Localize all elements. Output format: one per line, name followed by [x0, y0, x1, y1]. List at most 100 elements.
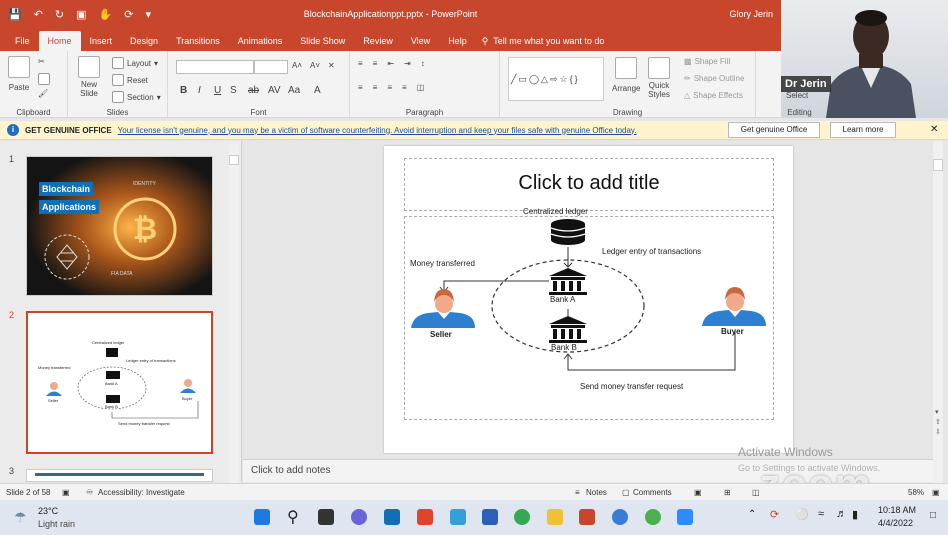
learning-app-icon[interactable]	[384, 509, 400, 525]
slide-sorter-icon[interactable]: ⊞	[724, 488, 731, 497]
decrease-font-button[interactable]: A˅	[310, 61, 320, 70]
snip-tool-icon[interactable]	[450, 509, 466, 525]
office-icon[interactable]	[417, 509, 433, 525]
tab-animations[interactable]: Animations	[229, 31, 292, 51]
shape-effects-button[interactable]: △ Shape Effects	[684, 91, 743, 100]
shape-outline-button[interactable]: ✏ Shape Outline	[684, 74, 744, 83]
format-painter-button[interactable]: 🖌	[38, 89, 48, 98]
paste-button[interactable]: Paste	[8, 56, 30, 92]
microphone-icon[interactable]: ⚪	[795, 508, 809, 521]
reset-button[interactable]: Reset	[112, 74, 148, 86]
message-link[interactable]: Your license isn't genuine, and you may …	[118, 126, 637, 135]
thumbnail-scrollbar[interactable]	[229, 143, 239, 483]
italic-button[interactable]: I	[198, 85, 201, 96]
tray-chevron-icon[interactable]: ⌃	[748, 509, 756, 520]
tab-review[interactable]: Review	[354, 31, 402, 51]
clear-format-button[interactable]: ✕	[328, 61, 335, 70]
accessibility-status[interactable]: Accessibility: Investigate	[98, 488, 185, 497]
decrease-indent-icon[interactable]: ⇤	[387, 59, 394, 68]
align-center-icon[interactable]: ≡	[373, 83, 378, 92]
spell-check-icon[interactable]: ▣	[62, 488, 70, 497]
slide-thumbnail-2[interactable]: Centralized ledger Ledger entry of trans…	[26, 311, 213, 454]
weather-temp[interactable]: 23°C	[38, 506, 58, 516]
scroll-nav-icons[interactable]: ▾ ⇧ ⇩	[935, 408, 941, 438]
numbering-icon[interactable]: ≡	[373, 59, 378, 68]
char-spacing-button[interactable]: AV	[268, 85, 281, 96]
slide-thumbnail-3[interactable]	[26, 469, 213, 482]
learn-more-button[interactable]: Learn more	[830, 122, 896, 138]
tab-view[interactable]: View	[402, 31, 439, 51]
shadow-button[interactable]: S	[230, 85, 237, 96]
font-size-box[interactable]	[254, 60, 288, 74]
line-spacing-icon[interactable]: ↕	[421, 59, 425, 68]
clock-time[interactable]: 10:18 AM	[878, 505, 916, 515]
font-name-box[interactable]	[176, 60, 254, 74]
change-case-button[interactable]: Aa	[288, 85, 300, 96]
zoom-app-icon[interactable]	[677, 509, 693, 525]
chrome-icon[interactable]	[514, 509, 530, 525]
account-name[interactable]: Glory Jerin	[729, 9, 773, 19]
volume-icon[interactable]: ♬	[836, 508, 847, 520]
cut-button[interactable]: ✂	[38, 57, 45, 66]
participant-image	[826, 10, 916, 118]
font-color-button[interactable]: A	[314, 85, 321, 96]
get-genuine-office-button[interactable]: Get genuine Office	[728, 122, 820, 138]
start-icon[interactable]	[254, 509, 270, 525]
tab-file[interactable]: File	[6, 31, 39, 51]
powerpoint-icon[interactable]	[579, 509, 595, 525]
comments-button[interactable]: Comments	[633, 488, 672, 497]
battery-icon[interactable]: ▮	[852, 508, 858, 521]
increase-indent-icon[interactable]: ⇥	[404, 59, 411, 68]
align-right-icon[interactable]: ≡	[387, 83, 392, 92]
tray-sync-icon[interactable]: ⟳	[770, 508, 779, 521]
tab-transitions[interactable]: Transitions	[167, 31, 229, 51]
fit-slide-icon[interactable]: ▣	[932, 488, 940, 497]
tell-me-box[interactable]: ⚲ Tell me what you want to do	[476, 31, 605, 51]
tab-slide-show[interactable]: Slide Show	[291, 31, 354, 51]
search-icon[interactable]: ⚲	[287, 507, 299, 527]
copy-button[interactable]	[38, 73, 50, 85]
store-icon[interactable]	[482, 509, 498, 525]
wifi-icon[interactable]: ≈	[818, 508, 824, 520]
weather-icon[interactable]: ☂	[14, 509, 27, 526]
shape-fill-button[interactable]: ▩ Shape Fill	[684, 57, 730, 66]
weather-desc[interactable]: Light rain	[38, 519, 75, 529]
tab-home[interactable]: Home	[38, 31, 81, 51]
notification-icon[interactable]: □	[930, 510, 936, 521]
title-placeholder-text[interactable]: Click to add title	[404, 172, 774, 195]
align-left-icon[interactable]: ≡	[358, 83, 363, 92]
task-view-icon[interactable]	[318, 509, 334, 525]
arrange-button[interactable]: Arrange	[612, 57, 640, 93]
new-slide-button[interactable]: New Slide	[78, 56, 100, 98]
strikethrough-button[interactable]: ab	[248, 85, 259, 96]
file-explorer-icon[interactable]	[547, 509, 563, 525]
tab-design[interactable]: Design	[121, 31, 167, 51]
chat-icon[interactable]	[351, 509, 367, 525]
tab-insert[interactable]: Insert	[81, 31, 122, 51]
reading-view-icon[interactable]: ◫	[752, 488, 760, 497]
section-button[interactable]: Section ▾	[112, 91, 161, 103]
chrome-profile-icon[interactable]	[645, 509, 661, 525]
justify-icon[interactable]: ≡	[402, 83, 407, 92]
slide-scroll-thumb[interactable]	[933, 159, 943, 171]
increase-font-button[interactable]: A˄	[292, 61, 302, 70]
clock-date[interactable]: 4/4/2022	[878, 518, 913, 528]
accessibility-icon[interactable]: ♾	[86, 488, 93, 497]
zoom-level[interactable]: 58%	[908, 488, 924, 497]
underline-button[interactable]: U	[214, 85, 221, 96]
bold-button[interactable]: B	[180, 85, 187, 96]
select-button[interactable]: Select	[786, 91, 808, 100]
edge-icon[interactable]	[612, 509, 628, 525]
notes-button[interactable]: Notes	[586, 488, 607, 497]
layout-button[interactable]: Layout ▾	[112, 57, 158, 69]
shapes-gallery[interactable]: ╱ ▭ ◯ △ ⇨ ☆{}	[508, 57, 604, 101]
quick-styles-button[interactable]: Quick Styles	[648, 57, 670, 99]
tab-help[interactable]: Help	[439, 31, 476, 51]
thumbnail-scroll-thumb[interactable]	[229, 155, 239, 165]
notes-placeholder[interactable]: Click to add notes	[251, 465, 331, 476]
close-message-icon[interactable]: ✕	[930, 124, 938, 135]
normal-view-icon[interactable]: ▣	[694, 488, 702, 497]
columns-icon[interactable]: ◫	[417, 83, 425, 92]
bullets-icon[interactable]: ≡	[358, 59, 363, 68]
slide-thumbnail-1[interactable]: ₿ Blockchain Applications IDENTITY FIA D…	[26, 156, 213, 296]
